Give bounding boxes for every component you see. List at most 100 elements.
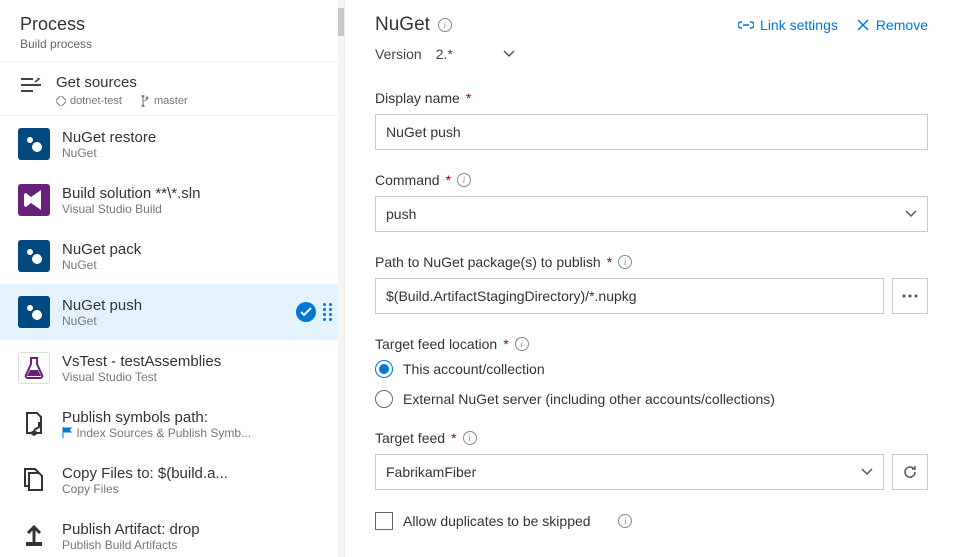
task-body: Publish Artifact: dropPublish Build Arti… [62, 521, 332, 552]
info-icon[interactable]: i [438, 18, 452, 32]
info-icon[interactable]: i [463, 431, 477, 445]
command-select[interactable]: push [375, 196, 928, 232]
refresh-button[interactable] [892, 454, 928, 490]
task-row[interactable]: Build solution **\*.slnVisual Studio Bui… [0, 172, 344, 228]
get-sources-title: Get sources [56, 74, 324, 91]
allow-duplicates-checkbox[interactable]: Allow duplicates to be skipped i [375, 512, 928, 530]
task-row[interactable]: Copy Files to: $(build.a...Copy Files [0, 452, 344, 508]
chevron-down-icon [905, 210, 917, 218]
task-subtitle: Copy Files [62, 482, 332, 496]
radio-icon [375, 390, 393, 408]
task-title: Publish Artifact: drop [62, 521, 332, 538]
target-location-label: Target feed location [375, 336, 497, 352]
task-body: Build solution **\*.slnVisual Studio Bui… [62, 185, 332, 216]
info-icon[interactable]: i [618, 514, 632, 528]
process-title: Process [20, 14, 324, 35]
scrollbar[interactable] [338, 0, 344, 557]
command-group: Command * i push [375, 172, 928, 232]
task-title: VsTest - testAssemblies [62, 353, 332, 370]
link-settings-button[interactable]: Link settings [738, 17, 838, 33]
command-value: push [386, 206, 416, 222]
task-title: Build solution **\*.sln [62, 185, 332, 202]
info-icon[interactable]: i [618, 255, 632, 269]
task-subtitle: Visual Studio Test [62, 370, 332, 384]
remove-label: Remove [876, 17, 928, 33]
left-panel: Process Build process Get sources dotnet… [0, 0, 345, 557]
task-row[interactable]: NuGet packNuGet [0, 228, 344, 284]
display-name-group: Display name * [375, 90, 928, 150]
ellipsis-icon [902, 294, 918, 298]
radio-this-account[interactable]: This account/collection [375, 360, 928, 378]
version-label: Version [375, 46, 422, 62]
process-header: Process Build process [0, 0, 344, 62]
task-row[interactable]: NuGet pushNuGet [0, 284, 344, 340]
task-body: Publish symbols path: Index Sources & Pu… [62, 409, 332, 440]
artifact-icon [18, 520, 50, 552]
target-feed-select[interactable]: FabrikamFiber [375, 454, 884, 490]
browse-button[interactable] [892, 278, 928, 314]
check-badge-icon [296, 302, 316, 322]
drag-handle-icon[interactable] [322, 301, 332, 323]
branch-icon [140, 95, 150, 107]
close-icon [856, 18, 870, 32]
refresh-icon [902, 464, 918, 480]
task-title: NuGet pack [62, 241, 332, 258]
target-feed-value: FabrikamFiber [386, 464, 476, 480]
radio-label: This account/collection [403, 361, 545, 377]
nuget-icon [18, 240, 50, 272]
path-group: Path to NuGet package(s) to publish * i [375, 254, 928, 314]
task-body: NuGet pushNuGet [62, 297, 284, 328]
checkbox-icon [375, 512, 393, 530]
version-select[interactable]: 2.* [436, 46, 515, 62]
flag-icon [62, 427, 73, 438]
details-title: NuGet [375, 14, 430, 36]
task-title: Copy Files to: $(build.a... [62, 465, 332, 482]
info-icon[interactable]: i [515, 337, 529, 351]
process-subtitle: Build process [20, 37, 324, 51]
task-row[interactable]: VsTest - testAssembliesVisual Studio Tes… [0, 340, 344, 396]
task-row[interactable]: Publish symbols path: Index Sources & Pu… [0, 396, 344, 452]
branch-meta: master [140, 95, 188, 107]
task-row[interactable]: NuGet restoreNuGet [0, 116, 344, 172]
info-icon[interactable]: i [457, 173, 471, 187]
nuget-icon [18, 128, 50, 160]
version-value: 2.* [436, 46, 453, 62]
task-subtitle: Publish Build Artifacts [62, 538, 332, 552]
chevron-down-icon [861, 468, 873, 476]
get-sources-icon [20, 74, 42, 92]
task-subtitle: Visual Studio Build [62, 202, 332, 216]
target-location-group: Target feed location * i This account/co… [375, 336, 928, 408]
get-sources-row[interactable]: Get sources dotnet-test master [0, 62, 344, 116]
task-body: VsTest - testAssembliesVisual Studio Tes… [62, 353, 332, 384]
radio-external-server[interactable]: External NuGet server (including other a… [375, 390, 928, 408]
get-sources-body: Get sources dotnet-test master [56, 74, 324, 107]
task-body: NuGet packNuGet [62, 241, 332, 272]
target-feed-label: Target feed [375, 430, 445, 446]
link-icon [738, 18, 754, 32]
task-body: Copy Files to: $(build.a...Copy Files [62, 465, 332, 496]
display-name-input[interactable] [375, 114, 928, 150]
path-input[interactable] [375, 278, 884, 314]
repo-meta: dotnet-test [56, 95, 122, 107]
radio-icon [375, 360, 393, 378]
radio-label: External NuGet server (including other a… [403, 391, 775, 407]
task-subtitle: NuGet [62, 314, 284, 328]
allow-duplicates-label: Allow duplicates to be skipped [403, 513, 591, 529]
chevron-down-icon [503, 50, 515, 58]
task-title: NuGet restore [62, 129, 332, 146]
symbols-icon [18, 408, 50, 440]
repo-icon [56, 96, 66, 106]
task-body: NuGet restoreNuGet [62, 129, 332, 160]
version-row: Version 2.* [375, 46, 928, 62]
task-subtitle: NuGet [62, 258, 332, 272]
command-label: Command [375, 172, 440, 188]
vs-icon [18, 184, 50, 216]
task-subtitle: Index Sources & Publish Symb... [62, 426, 332, 440]
task-title: Publish symbols path: [62, 409, 332, 426]
repo-name: dotnet-test [70, 95, 122, 107]
task-row[interactable]: Publish Artifact: dropPublish Build Arti… [0, 508, 344, 557]
task-list: NuGet restoreNuGetBuild solution **\*.sl… [0, 116, 344, 557]
branch-name: master [154, 95, 188, 107]
target-feed-group: Target feed * i FabrikamFiber [375, 430, 928, 490]
remove-button[interactable]: Remove [856, 17, 928, 33]
